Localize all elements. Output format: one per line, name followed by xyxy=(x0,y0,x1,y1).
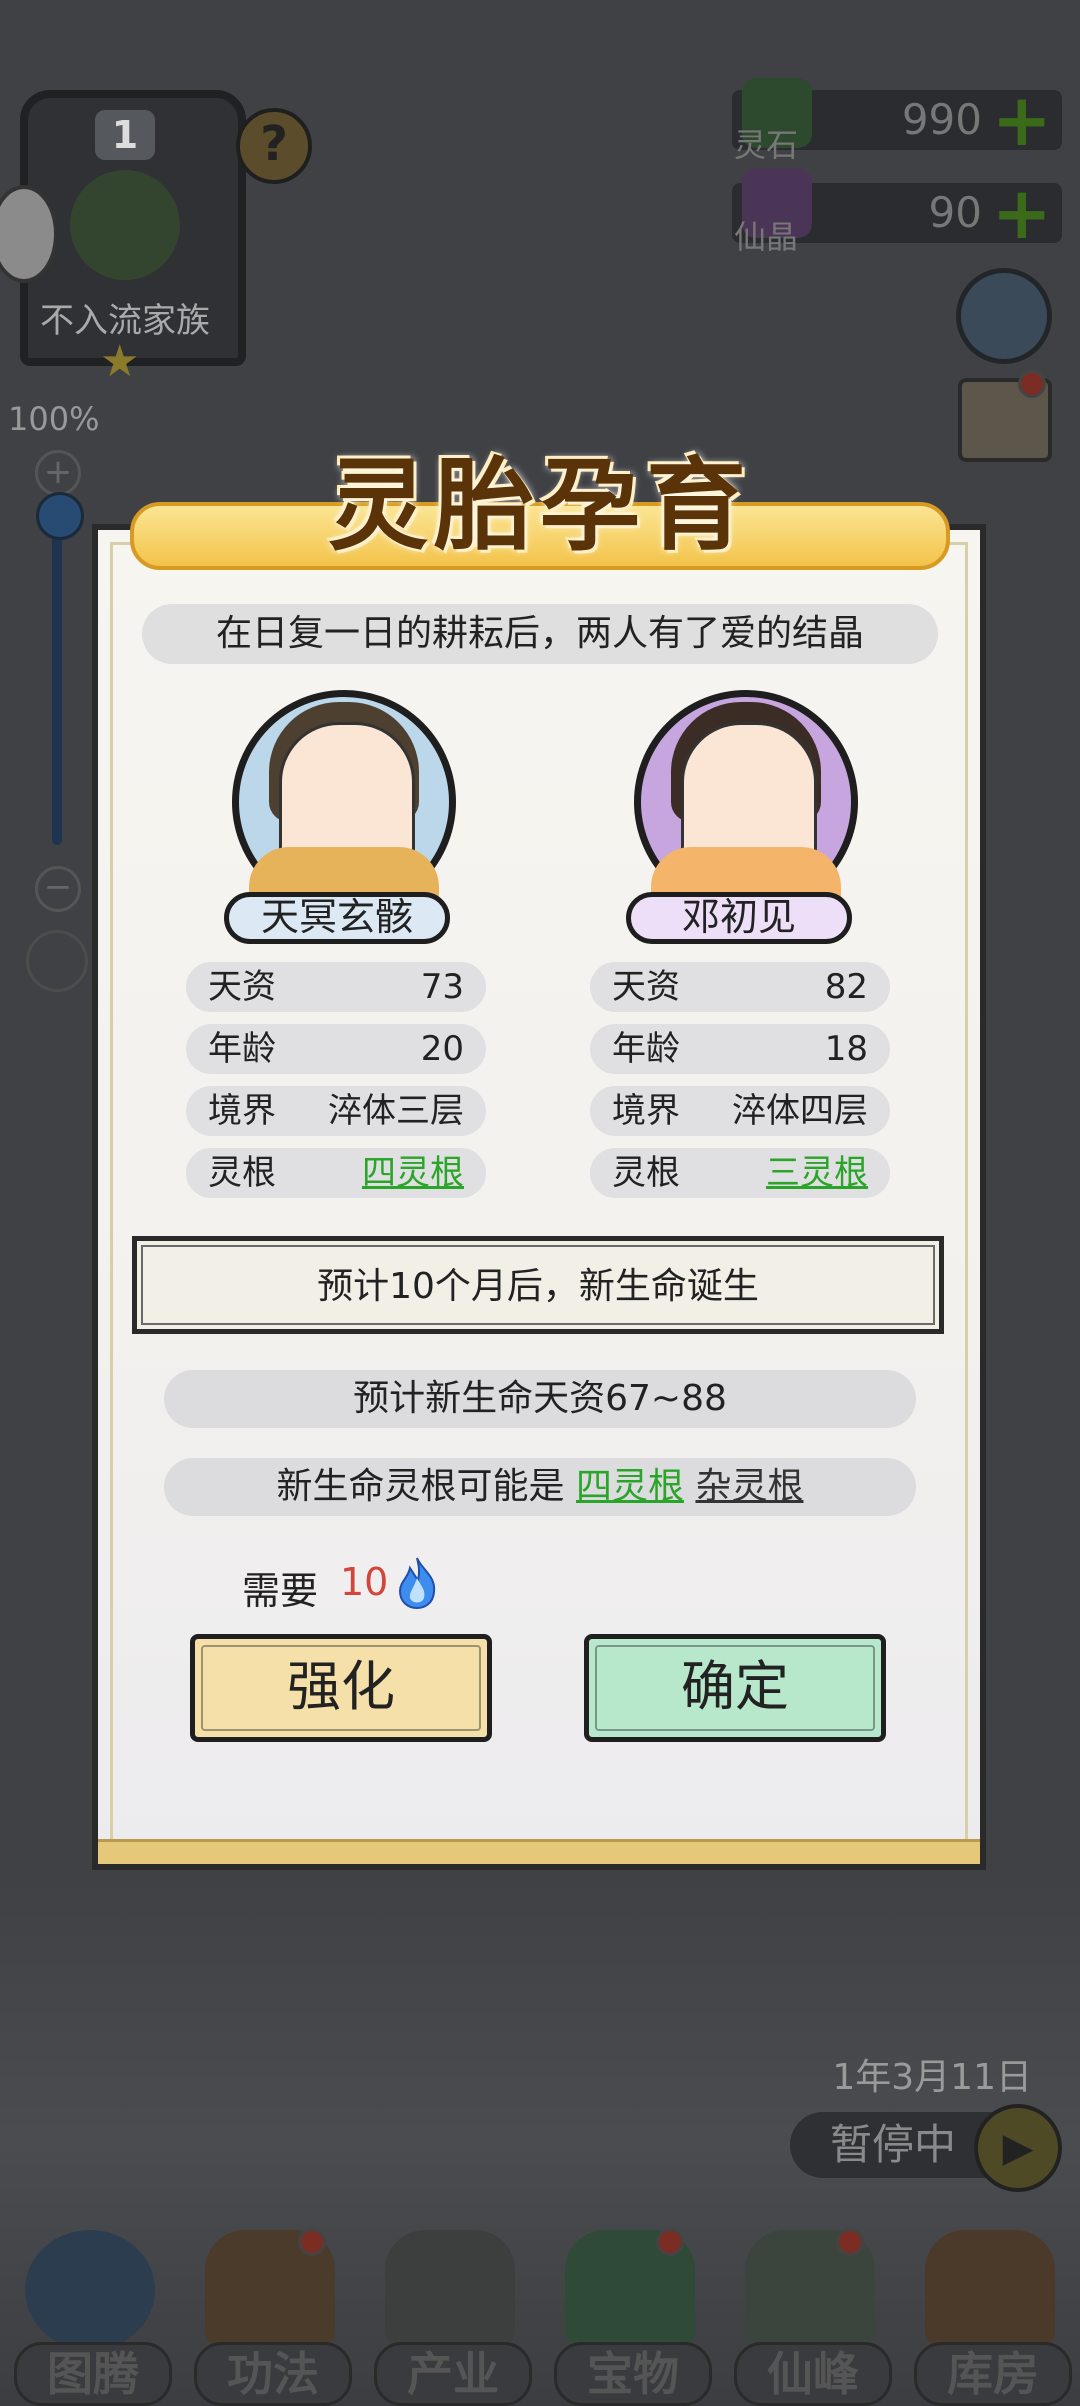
mother-realm-row: 境界 淬体四层 xyxy=(590,1086,890,1136)
father-avatar xyxy=(232,690,456,914)
spirit-stone-label: 灵石 xyxy=(733,126,798,164)
crystal-value: 90 xyxy=(928,188,982,237)
father-name: 天冥玄骸 xyxy=(224,892,450,944)
birth-forecast-box: 预计10个月后，新生命诞生 xyxy=(132,1236,944,1334)
mother-root-link[interactable]: 三灵根 xyxy=(766,1148,868,1198)
confirm-button-frame xyxy=(595,1645,875,1731)
locate-icon[interactable] xyxy=(26,930,88,992)
intro-text: 在日复一日的耕耘后，两人有了爱的结晶 xyxy=(142,604,938,664)
nav-storage[interactable]: 库房 xyxy=(900,2210,1080,2406)
nav-totem-label: 图腾 xyxy=(14,2342,172,2406)
father-root-label: 灵根 xyxy=(208,1153,276,1193)
dialog-bottom-band xyxy=(98,1839,980,1864)
confirm-button[interactable]: 确定 xyxy=(584,1634,886,1742)
father-realm-value: 淬体三层 xyxy=(328,1091,464,1131)
industry-icon xyxy=(385,2230,515,2350)
willow-tree-icon xyxy=(70,170,180,280)
play-icon[interactable]: ▶ xyxy=(974,2104,1062,2192)
crystal-label: 仙晶 xyxy=(733,218,798,256)
nav-industry-label: 产业 xyxy=(374,2342,532,2406)
blue-flame-icon xyxy=(398,1557,436,1610)
notification-dot-icon xyxy=(656,2228,684,2256)
storage-bag-icon xyxy=(925,2230,1055,2350)
father-age-row: 年龄 20 xyxy=(186,1024,486,1074)
mother-talent-row: 天资 82 xyxy=(590,962,890,1012)
zoom-in-icon[interactable]: + xyxy=(35,450,81,496)
spirit-stone-value: 990 xyxy=(901,95,982,144)
zoom-slider-track[interactable] xyxy=(52,505,62,845)
nav-treasure[interactable]: 宝物 xyxy=(540,2210,720,2406)
mother-talent-value: 82 xyxy=(824,967,868,1007)
notification-dot-icon xyxy=(836,2228,864,2256)
nav-peak-label: 仙峰 xyxy=(734,2342,892,2406)
root-forecast-prefix: 新生命灵根可能是 xyxy=(276,1466,565,1507)
birth-forecast-text: 预计10个月后，新生命诞生 xyxy=(141,1245,935,1325)
dialog-title: 灵胎孕育 xyxy=(328,446,752,564)
father-age-value: 20 xyxy=(420,1029,464,1069)
title-banner: 灵胎孕育 xyxy=(130,440,950,590)
nav-peak[interactable]: 仙峰 xyxy=(720,2210,900,2406)
star-icon: ★ xyxy=(100,336,140,387)
nav-treasure-label: 宝物 xyxy=(554,2342,712,2406)
father-root-row: 灵根 四灵根 xyxy=(186,1148,486,1198)
nav-totem[interactable]: 图腾 xyxy=(0,2210,180,2406)
help-icon[interactable]: ? xyxy=(236,108,312,184)
zoom-slider-knob[interactable] xyxy=(36,492,84,540)
father-talent-value: 73 xyxy=(420,967,464,1007)
notification-dot-icon xyxy=(1018,370,1046,398)
nav-storage-label: 库房 xyxy=(914,2342,1072,2406)
father-realm-label: 境界 xyxy=(208,1091,276,1131)
father-realm-row: 境界 淬体三层 xyxy=(186,1086,486,1136)
yin-yang-icon[interactable] xyxy=(956,268,1052,364)
family-name: 不入流家族 xyxy=(40,301,210,341)
notification-dot-icon xyxy=(298,2228,326,2256)
nav-industry[interactable]: 产业 xyxy=(360,2210,540,2406)
father-talent-label: 天资 xyxy=(208,967,276,1007)
totem-icon xyxy=(25,2230,155,2350)
family-level-badge: 1 xyxy=(95,110,155,160)
mother-age-row: 年龄 18 xyxy=(590,1024,890,1074)
nav-skills[interactable]: 功法 xyxy=(180,2210,360,2406)
zoom-out-icon[interactable]: − xyxy=(35,866,81,912)
father-root-link[interactable]: 四灵根 xyxy=(362,1148,464,1198)
mother-avatar xyxy=(634,690,858,914)
root-option-four[interactable]: 四灵根 xyxy=(576,1466,684,1507)
enhance-button-frame xyxy=(201,1645,481,1731)
zoom-level: 100% xyxy=(8,400,100,438)
enhance-button[interactable]: 强化 xyxy=(190,1634,492,1742)
mother-realm-label: 境界 xyxy=(612,1091,680,1131)
add-crystal-icon[interactable]: + xyxy=(992,173,1052,253)
father-age-label: 年龄 xyxy=(208,1029,276,1069)
root-option-mixed[interactable]: 杂灵根 xyxy=(695,1466,803,1507)
mother-root-row: 灵根 三灵根 xyxy=(590,1148,890,1198)
game-date: 1年3月11日 xyxy=(832,2057,1032,2098)
root-forecast: 新生命灵根可能是 四灵根 杂灵根 xyxy=(164,1458,916,1516)
cost-label: 需要 xyxy=(242,1569,319,1613)
nav-skills-label: 功法 xyxy=(194,2342,352,2406)
cost-value: 10 xyxy=(340,1560,389,1604)
mother-age-value: 18 xyxy=(824,1029,868,1069)
mother-talent-label: 天资 xyxy=(612,967,680,1007)
add-spirit-stone-icon[interactable]: + xyxy=(992,80,1052,160)
mother-age-label: 年龄 xyxy=(612,1029,680,1069)
talent-forecast: 预计新生命天资67~88 xyxy=(164,1370,916,1428)
mother-realm-value: 淬体四层 xyxy=(732,1091,868,1131)
mother-root-label: 灵根 xyxy=(612,1153,680,1193)
bottom-nav: 图腾 功法 产业 宝物 仙峰 库房 xyxy=(0,2210,1080,2406)
father-talent-row: 天资 73 xyxy=(186,962,486,1012)
mother-name: 邓初见 xyxy=(626,892,852,944)
